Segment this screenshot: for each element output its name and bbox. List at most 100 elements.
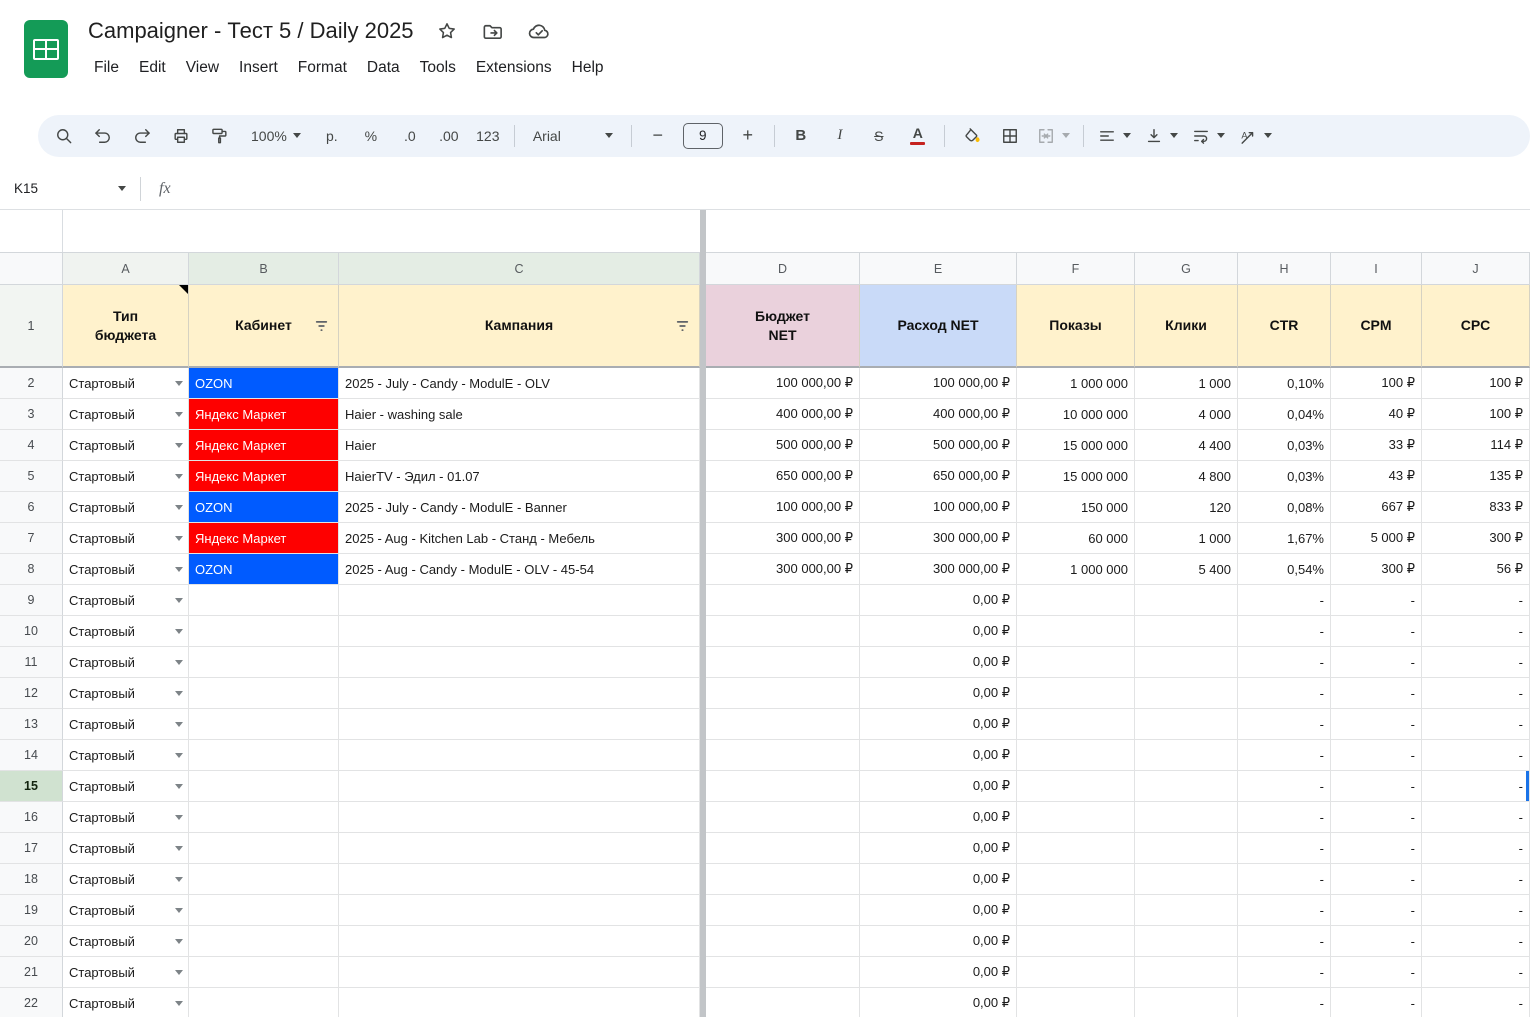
cell-I5[interactable]: 43 ₽ (1331, 461, 1422, 492)
bold-button[interactable]: B (785, 120, 817, 152)
print-icon[interactable] (165, 120, 197, 152)
cell-B15[interactable] (189, 771, 339, 802)
cell-A3[interactable]: Стартовый (63, 399, 189, 430)
cell-E17[interactable]: 0,00 ₽ (860, 833, 1017, 864)
cell-A19[interactable]: Стартовый (63, 895, 189, 926)
cell-J14[interactable]: - (1422, 740, 1530, 771)
cell-D10[interactable] (706, 616, 860, 647)
cell-F6[interactable]: 150 000 (1017, 492, 1135, 523)
cell-B12[interactable] (189, 678, 339, 709)
italic-button[interactable]: I (824, 120, 856, 152)
cell-F21[interactable] (1017, 957, 1135, 988)
cell-F18[interactable] (1017, 864, 1135, 895)
cell-E4[interactable]: 500 000,00 ₽ (860, 430, 1017, 461)
cell-C2[interactable]: 2025 - July - Candy - ModulE - OLV (339, 368, 700, 399)
corner-box[interactable] (0, 252, 63, 285)
dropdown-icon[interactable] (175, 536, 183, 541)
cell-C22[interactable] (339, 988, 700, 1017)
dropdown-icon[interactable] (175, 381, 183, 386)
row-header-10[interactable]: 10 (0, 616, 63, 647)
cell-E12[interactable]: 0,00 ₽ (860, 678, 1017, 709)
cell-E7[interactable]: 300 000,00 ₽ (860, 523, 1017, 554)
row-header-5[interactable]: 5 (0, 461, 63, 492)
fill-color-icon[interactable] (955, 120, 987, 152)
cell-D15[interactable] (706, 771, 860, 802)
cell-F12[interactable] (1017, 678, 1135, 709)
cell-D21[interactable] (706, 957, 860, 988)
text-rotation-icon[interactable]: A (1235, 120, 1275, 152)
cell-D3[interactable]: 400 000,00 ₽ (706, 399, 860, 430)
cell-D18[interactable] (706, 864, 860, 895)
cell-J17[interactable]: - (1422, 833, 1530, 864)
cell-D5[interactable]: 650 000,00 ₽ (706, 461, 860, 492)
dropdown-icon[interactable] (175, 784, 183, 789)
cell-G7[interactable]: 1 000 (1135, 523, 1238, 554)
dropdown-icon[interactable] (175, 722, 183, 727)
cell-B21[interactable] (189, 957, 339, 988)
cell-I14[interactable]: - (1331, 740, 1422, 771)
cell-D17[interactable] (706, 833, 860, 864)
text-wrap-icon[interactable] (1188, 120, 1228, 152)
cell-G16[interactable] (1135, 802, 1238, 833)
row-header-21[interactable]: 21 (0, 957, 63, 988)
cell-A5[interactable]: Стартовый (63, 461, 189, 492)
document-title[interactable]: Campaigner - Тест 5 / Daily 2025 (88, 18, 414, 44)
cell-G19[interactable] (1135, 895, 1238, 926)
cell-G2[interactable]: 1 000 (1135, 368, 1238, 399)
cell-J4[interactable]: 114 ₽ (1422, 430, 1530, 461)
cell-G20[interactable] (1135, 926, 1238, 957)
cell-B20[interactable] (189, 926, 339, 957)
cell-G6[interactable]: 120 (1135, 492, 1238, 523)
cell-J22[interactable]: - (1422, 988, 1530, 1017)
filter-icon[interactable] (674, 317, 691, 334)
cell-G15[interactable] (1135, 771, 1238, 802)
cell-F14[interactable] (1017, 740, 1135, 771)
row-header-1[interactable]: 1 (0, 285, 63, 368)
cell-F17[interactable] (1017, 833, 1135, 864)
cell-B3[interactable]: Яндекс Маркет (189, 399, 339, 430)
cell-D13[interactable] (706, 709, 860, 740)
dropdown-icon[interactable] (175, 815, 183, 820)
cell-D19[interactable] (706, 895, 860, 926)
dropdown-icon[interactable] (175, 598, 183, 603)
redo-icon[interactable] (126, 120, 158, 152)
cell-J20[interactable]: - (1422, 926, 1530, 957)
cell-D16[interactable] (706, 802, 860, 833)
cell-J13[interactable]: - (1422, 709, 1530, 740)
cell-F13[interactable] (1017, 709, 1135, 740)
cell-A20[interactable]: Стартовый (63, 926, 189, 957)
cell-D12[interactable] (706, 678, 860, 709)
cell-A17[interactable]: Стартовый (63, 833, 189, 864)
cell-A9[interactable]: Стартовый (63, 585, 189, 616)
borders-icon[interactable] (994, 120, 1026, 152)
row-header-12[interactable]: 12 (0, 678, 63, 709)
cell-H11[interactable]: - (1238, 647, 1331, 678)
dropdown-icon[interactable] (175, 505, 183, 510)
cell-A14[interactable]: Стартовый (63, 740, 189, 771)
cell-E3[interactable]: 400 000,00 ₽ (860, 399, 1017, 430)
cell-I3[interactable]: 40 ₽ (1331, 399, 1422, 430)
cell-I4[interactable]: 33 ₽ (1331, 430, 1422, 461)
cell-C16[interactable] (339, 802, 700, 833)
dropdown-icon[interactable] (175, 753, 183, 758)
number-format-button[interactable]: 123 (472, 120, 504, 152)
col-header-A[interactable]: A (63, 252, 189, 285)
cell-J15[interactable]: - (1422, 771, 1530, 802)
cell-E8[interactable]: 300 000,00 ₽ (860, 554, 1017, 585)
cell-C4[interactable]: Haier (339, 430, 700, 461)
menu-help[interactable]: Help (562, 54, 614, 82)
header-cell-H[interactable]: CTR (1238, 285, 1331, 368)
cell-I12[interactable]: - (1331, 678, 1422, 709)
cell-E18[interactable]: 0,00 ₽ (860, 864, 1017, 895)
dropdown-icon[interactable] (175, 629, 183, 634)
cell-B2[interactable]: OZON (189, 368, 339, 399)
cell-E15[interactable]: 0,00 ₽ (860, 771, 1017, 802)
star-icon[interactable] (434, 18, 460, 44)
cell-E21[interactable]: 0,00 ₽ (860, 957, 1017, 988)
cell-I15[interactable]: - (1331, 771, 1422, 802)
increase-font-size-button[interactable]: + (732, 120, 764, 152)
header-cell-E[interactable]: Расход NET (860, 285, 1017, 368)
cell-G17[interactable] (1135, 833, 1238, 864)
row-header-16[interactable]: 16 (0, 802, 63, 833)
menu-data[interactable]: Data (357, 54, 410, 82)
